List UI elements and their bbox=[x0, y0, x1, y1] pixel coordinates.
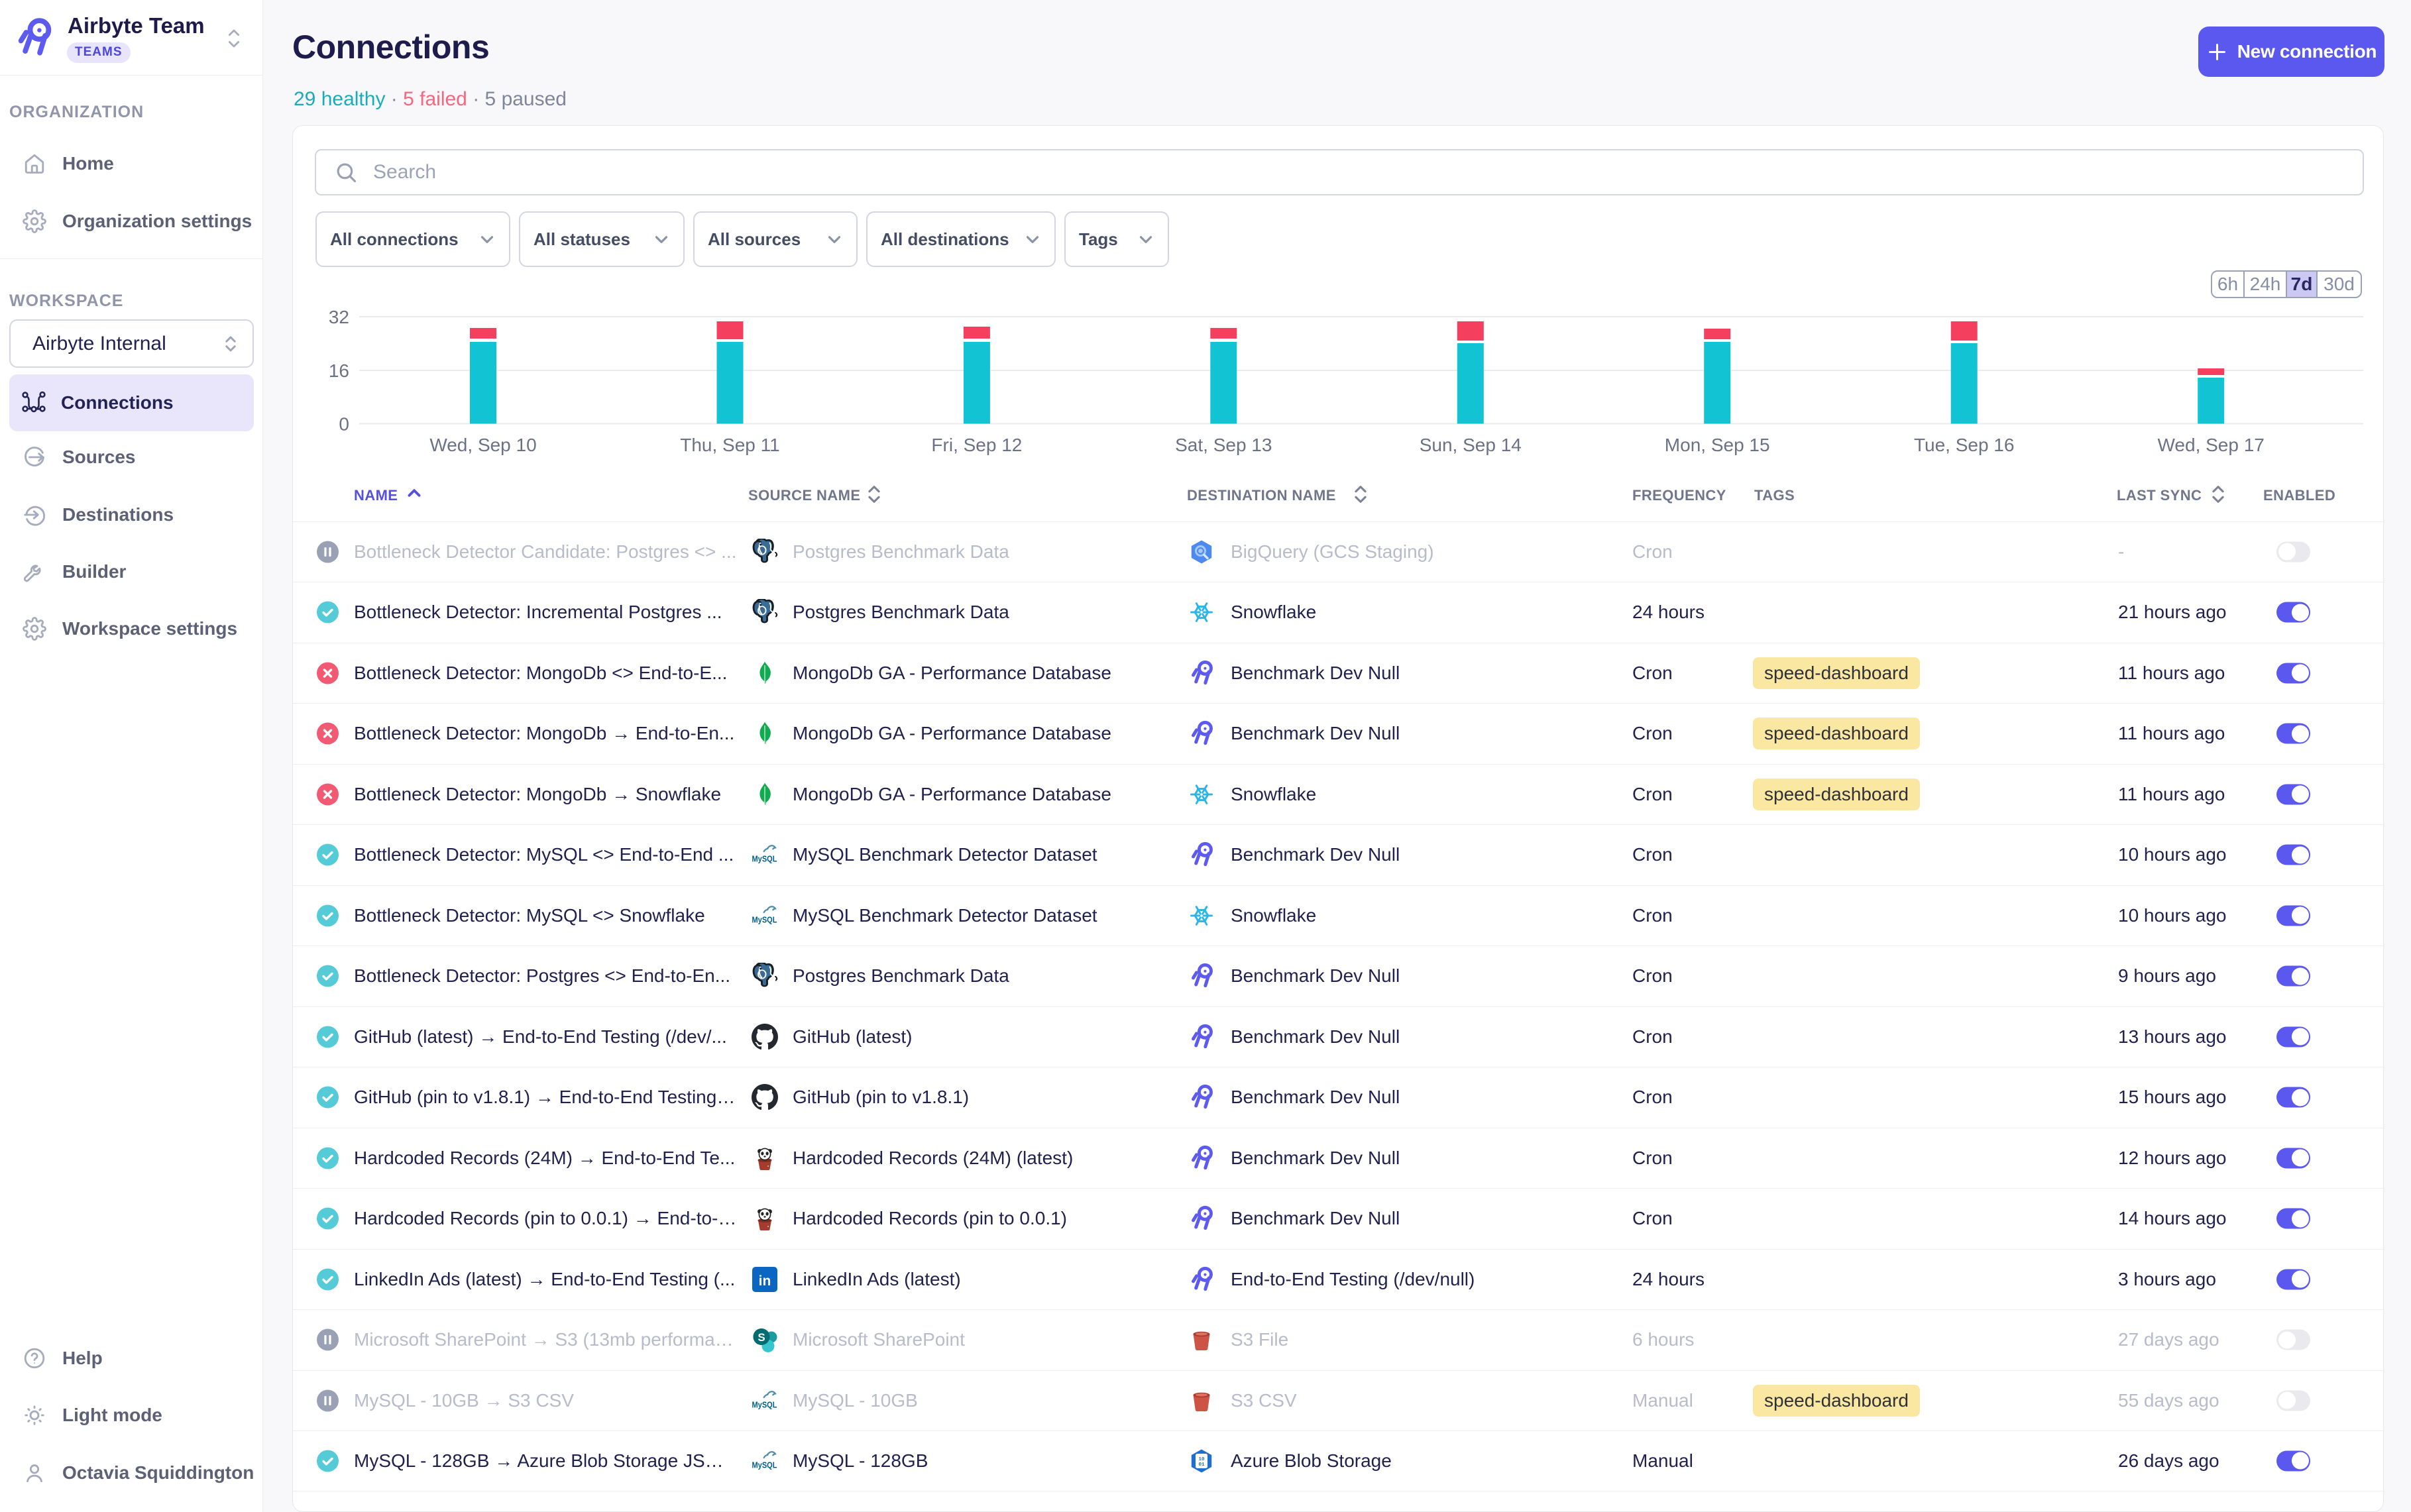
svg-text:Sun, Sep 14: Sun, Sep 14 bbox=[1420, 435, 1522, 455]
svg-text:0: 0 bbox=[339, 414, 349, 435]
svg-text:MySQL: MySQL bbox=[752, 1460, 777, 1470]
svg-text:in: in bbox=[759, 1273, 771, 1289]
svg-text:Fri, Sep 12: Fri, Sep 12 bbox=[931, 435, 1022, 455]
svg-text:16: 16 bbox=[329, 360, 349, 381]
svg-text:Mon, Sep 15: Mon, Sep 15 bbox=[1665, 435, 1770, 455]
svg-text:01: 01 bbox=[1198, 1462, 1205, 1468]
svg-text:Sat, Sep 13: Sat, Sep 13 bbox=[1175, 435, 1272, 455]
svg-text:MySQL: MySQL bbox=[752, 914, 777, 924]
svg-text:MySQL: MySQL bbox=[752, 1399, 777, 1409]
svg-text:MySQL: MySQL bbox=[752, 854, 777, 864]
svg-text:Wed, Sep 17: Wed, Sep 17 bbox=[2158, 435, 2265, 455]
svg-text:Wed, Sep 10: Wed, Sep 10 bbox=[429, 435, 536, 455]
svg-text:S: S bbox=[757, 1331, 765, 1344]
svg-text:32: 32 bbox=[329, 307, 349, 327]
svg-text:Thu, Sep 11: Thu, Sep 11 bbox=[680, 435, 779, 455]
svg-text:Tue, Sep 16: Tue, Sep 16 bbox=[1914, 435, 2015, 455]
svg-text:10: 10 bbox=[1198, 1457, 1205, 1462]
